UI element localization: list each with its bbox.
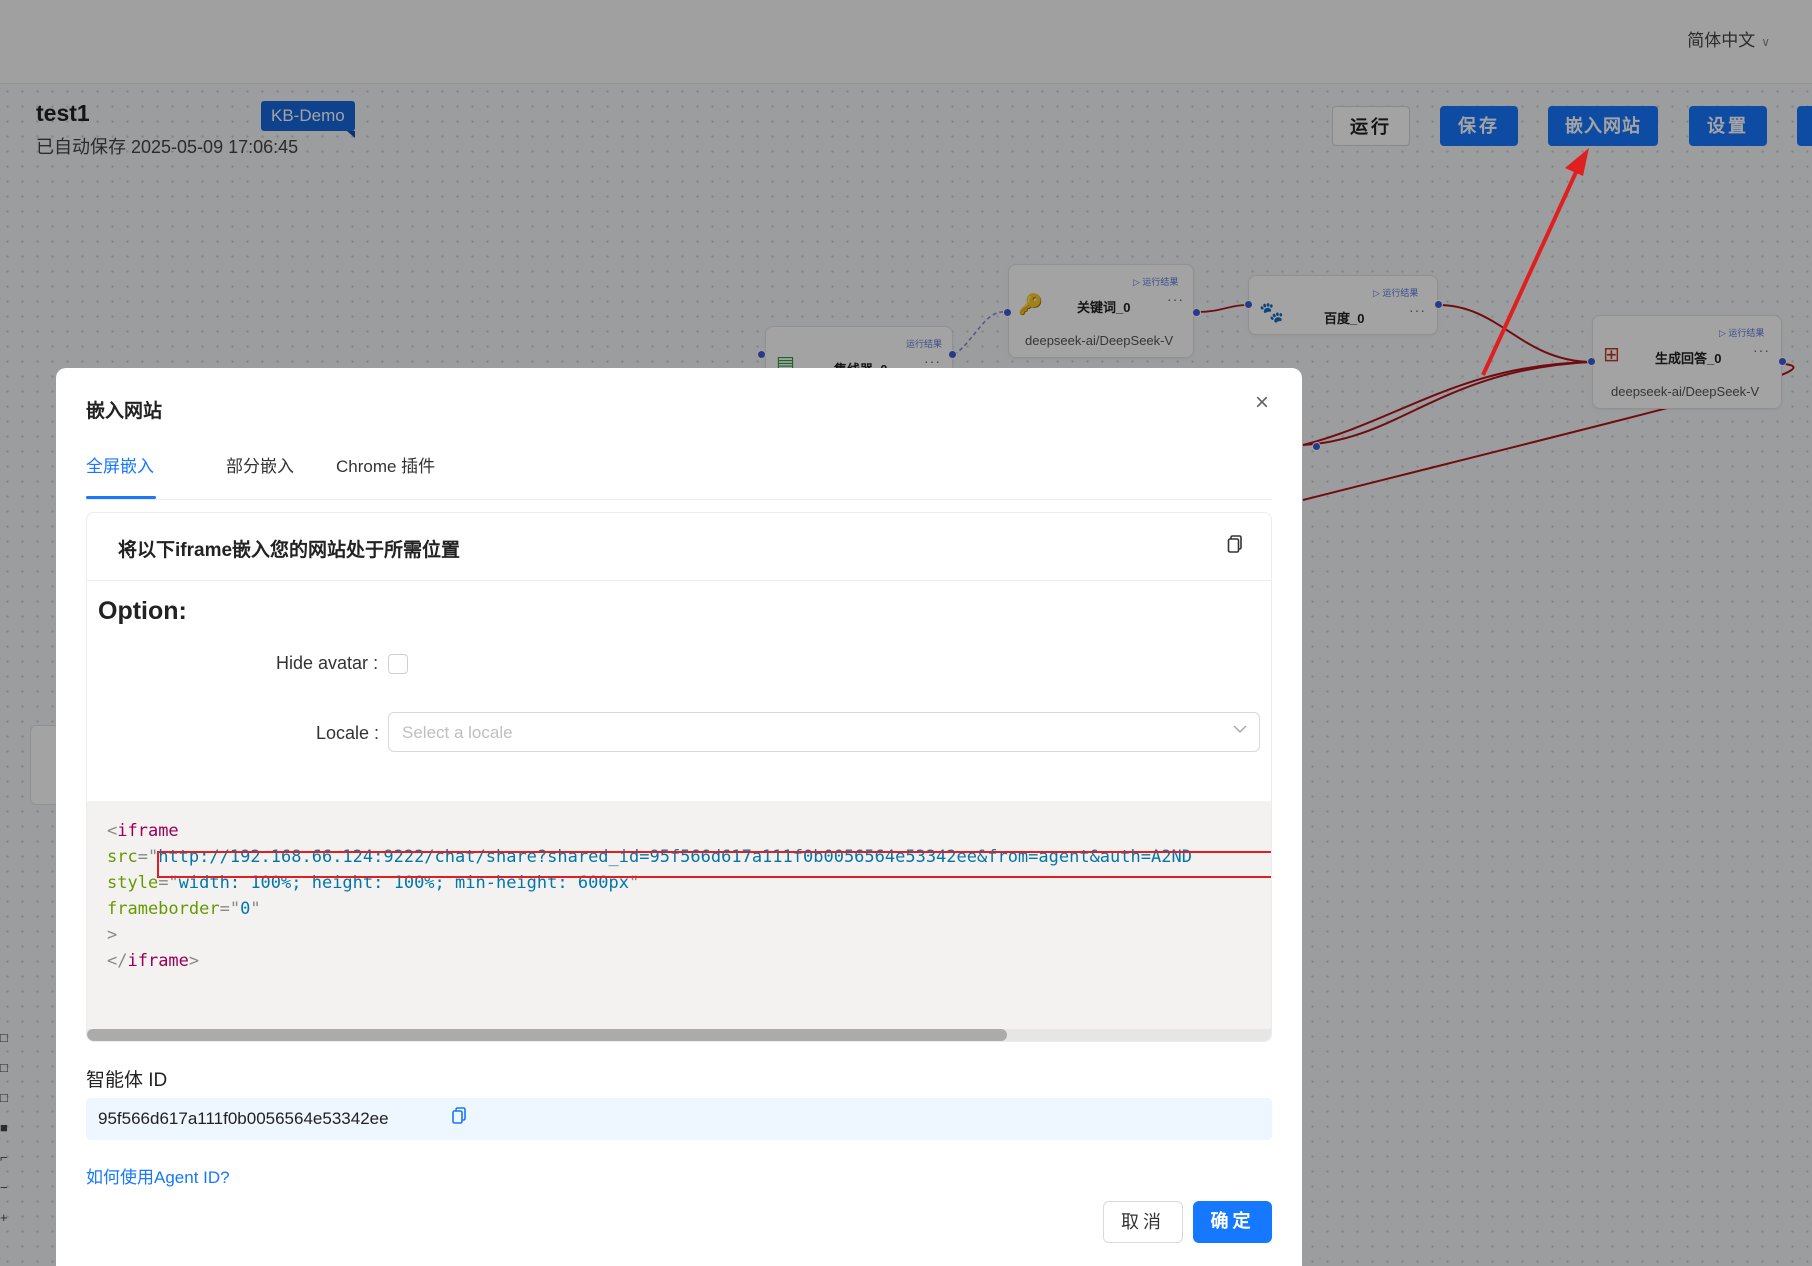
close-icon[interactable]: ×: [1249, 390, 1275, 416]
code-line-frameborder: frameborder="0": [107, 899, 261, 919]
code-line-close-tag: </iframe>: [107, 951, 200, 971]
locale-label: Locale :: [316, 723, 380, 743]
locale-text: Locale: [316, 723, 370, 743]
chevron-down-icon: [1233, 721, 1247, 739]
hide-avatar-label: Hide avatar :: [276, 653, 379, 673]
code-line-close-bracket: >: [107, 925, 118, 945]
embed-code-card: 将以下iframe嵌入您的网站处于所需位置 Option: Hide avata…: [86, 512, 1272, 1042]
agent-id-box: 95f566d617a111f0b0056564e53342ee: [86, 1098, 1272, 1140]
src-highlight-annotation: [157, 851, 1271, 878]
embed-tabs: 全屏嵌入 部分嵌入 Chrome 插件: [86, 452, 1272, 500]
horizontal-scrollbar[interactable]: [87, 1029, 1271, 1041]
active-tab-indicator: [86, 496, 156, 499]
card-header: 将以下iframe嵌入您的网站处于所需位置: [87, 513, 1271, 581]
copy-icon[interactable]: [452, 1107, 466, 1129]
hide-avatar-checkbox[interactable]: [388, 654, 408, 674]
cancel-button[interactable]: 取消: [1103, 1201, 1183, 1243]
locale-select[interactable]: Select a locale: [388, 712, 1260, 752]
tab-chrome-plugin[interactable]: Chrome 插件: [336, 452, 435, 500]
copy-icon[interactable]: [1227, 535, 1243, 559]
tab-partial-embed[interactable]: 部分嵌入: [226, 452, 294, 500]
scrollbar-thumb[interactable]: [87, 1029, 1007, 1041]
card-title: 将以下iframe嵌入您的网站处于所需位置: [118, 540, 461, 561]
ok-button[interactable]: 确定: [1193, 1201, 1272, 1243]
option-heading: Option:: [98, 597, 187, 625]
code-line-open-tag: <iframe: [107, 821, 179, 841]
agent-id-value: 95f566d617a111f0b0056564e53342ee: [98, 1109, 389, 1128]
hide-avatar-text: Hide avatar: [276, 653, 369, 673]
agent-id-label: 智能体 ID: [86, 1070, 168, 1091]
locale-placeholder: Select a locale: [402, 723, 513, 742]
modal-title: 嵌入网站: [86, 401, 163, 422]
tab-fullscreen-embed[interactable]: 全屏嵌入: [86, 452, 154, 500]
embed-website-modal: 嵌入网站 × 全屏嵌入 部分嵌入 Chrome 插件 将以下iframe嵌入您的…: [56, 368, 1302, 1266]
agent-id-help-link[interactable]: 如何使用Agent ID?: [86, 1163, 230, 1188]
iframe-code-block[interactable]: <iframe src="http://192.168.66.124:9222/…: [87, 801, 1271, 1041]
